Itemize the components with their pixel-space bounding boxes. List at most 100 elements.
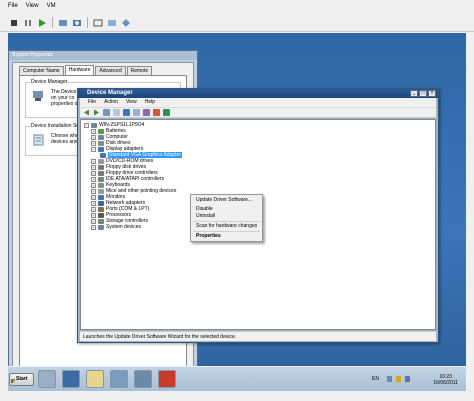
action-center-icon[interactable] bbox=[396, 376, 401, 382]
scan-hardware-icon[interactable] bbox=[163, 109, 170, 116]
play-icon[interactable] bbox=[36, 17, 48, 29]
server-manager-icon[interactable] bbox=[38, 370, 56, 388]
expand-icon[interactable]: + bbox=[91, 200, 96, 206]
host-menu-file[interactable]: File bbox=[8, 3, 18, 14]
collapse-icon[interactable]: − bbox=[84, 122, 89, 128]
device-manager-titlebar: Device Manager _ □ × bbox=[78, 89, 438, 98]
menu-item-uninstall[interactable]: Uninstall bbox=[194, 213, 215, 220]
language-indicator[interactable]: EN bbox=[372, 376, 379, 382]
menu-file[interactable]: File bbox=[88, 98, 96, 107]
menu-item-disable[interactable]: Disable bbox=[194, 206, 213, 213]
host-menu-view[interactable]: View bbox=[26, 3, 39, 14]
expand-icon[interactable]: + bbox=[91, 212, 96, 218]
uninstall-icon[interactable] bbox=[153, 109, 160, 116]
description-line: devices and bbox=[51, 139, 78, 145]
computer-icon bbox=[98, 134, 104, 140]
unity-icon[interactable] bbox=[106, 17, 118, 29]
device-manager-task-icon[interactable] bbox=[158, 370, 176, 388]
forward-icon[interactable] bbox=[93, 109, 100, 116]
minimize-button[interactable]: _ bbox=[410, 90, 418, 97]
context-menu: Update Driver Software... Disable Uninst… bbox=[190, 194, 263, 242]
back-icon[interactable] bbox=[83, 109, 90, 116]
tab-hardware[interactable]: Hardware bbox=[64, 65, 95, 75]
window-controls: _ □ × bbox=[410, 90, 436, 97]
monitor-icon bbox=[98, 194, 104, 200]
menu-item-scan-hardware[interactable]: Scan for hardware changes bbox=[194, 223, 257, 230]
menu-help[interactable]: Help bbox=[145, 98, 155, 107]
menu-item-properties[interactable]: Properties bbox=[194, 233, 221, 240]
expand-icon[interactable]: + bbox=[91, 164, 96, 170]
description-line: properties of bbox=[51, 101, 79, 107]
installation-description: Choose whet devices and bbox=[51, 133, 80, 145]
expand-icon[interactable]: + bbox=[91, 140, 96, 146]
close-button[interactable]: × bbox=[428, 90, 436, 97]
device-manager-menu-bar: File Action View Help bbox=[80, 98, 436, 107]
revert-icon[interactable] bbox=[57, 17, 69, 29]
system-properties-task-icon[interactable] bbox=[110, 370, 128, 388]
snapshot-icon[interactable] bbox=[71, 17, 83, 29]
mouse-icon bbox=[98, 188, 104, 194]
powershell-icon[interactable] bbox=[62, 370, 80, 388]
expand-icon[interactable]: + bbox=[91, 188, 96, 194]
expand-icon[interactable]: + bbox=[91, 128, 96, 134]
expand-icon[interactable]: + bbox=[91, 134, 96, 140]
explorer-icon[interactable] bbox=[86, 370, 104, 388]
pause-icon[interactable] bbox=[22, 17, 34, 29]
expand-icon[interactable]: + bbox=[91, 158, 96, 164]
view-icon[interactable] bbox=[133, 109, 140, 116]
device-manager-title: Device Manager bbox=[87, 90, 133, 96]
expand-icon[interactable]: + bbox=[91, 170, 96, 176]
start-button[interactable]: Start bbox=[9, 373, 34, 386]
clock[interactable]: 16:23 16/06/2011 bbox=[433, 374, 458, 386]
ide-controller-icon bbox=[98, 176, 104, 182]
windows-flag-icon bbox=[11, 377, 15, 383]
computer-icon bbox=[91, 122, 97, 128]
expand-icon[interactable]: + bbox=[91, 194, 96, 200]
collapse-icon[interactable]: − bbox=[91, 146, 96, 152]
system-devices-icon bbox=[98, 224, 104, 230]
display-adapter-icon bbox=[100, 152, 106, 158]
console-icon[interactable] bbox=[120, 17, 132, 29]
start-label: Start bbox=[16, 376, 28, 382]
batteries-icon bbox=[98, 128, 104, 134]
computer-task-icon[interactable] bbox=[134, 370, 152, 388]
network-adapter-icon bbox=[98, 200, 104, 206]
device-manager-group-label: Device Manager bbox=[30, 79, 69, 85]
volume-icon[interactable] bbox=[405, 376, 410, 382]
update-driver-icon[interactable] bbox=[143, 109, 150, 116]
device-manager-window: Device Manager _ □ × File Action View He… bbox=[77, 88, 439, 343]
expand-icon[interactable]: + bbox=[91, 182, 96, 188]
menu-view[interactable]: View bbox=[126, 98, 137, 107]
device-manager-toolbar bbox=[80, 107, 436, 118]
show-hide-tree-icon[interactable] bbox=[103, 109, 110, 116]
display-adapter-icon bbox=[98, 146, 104, 152]
network-icon[interactable] bbox=[387, 376, 392, 382]
tree-item-system-devices[interactable]: + System devices bbox=[91, 224, 141, 230]
stop-icon[interactable] bbox=[8, 17, 20, 29]
port-icon bbox=[98, 206, 104, 212]
maximize-button[interactable]: □ bbox=[419, 90, 427, 97]
toolbar-divider bbox=[52, 17, 53, 28]
status-bar: Launches the Update Driver Software Wiza… bbox=[80, 331, 436, 341]
disk-drive-icon bbox=[98, 140, 104, 146]
keyboard-icon bbox=[98, 182, 104, 188]
menu-separator bbox=[193, 221, 260, 222]
host-menu-vm[interactable]: VM bbox=[47, 3, 56, 14]
floppy-drive-icon bbox=[98, 164, 104, 170]
notification-area: EN 16:23 16/06/2011 bbox=[372, 371, 462, 388]
system-properties-title: System Properties bbox=[9, 51, 197, 60]
expand-icon[interactable]: + bbox=[91, 218, 96, 224]
expand-icon[interactable]: + bbox=[91, 206, 96, 212]
controller-icon bbox=[98, 170, 104, 176]
menu-action[interactable]: Action bbox=[104, 98, 118, 107]
help-icon[interactable] bbox=[123, 109, 130, 116]
fullscreen-icon[interactable] bbox=[92, 17, 104, 29]
expand-icon[interactable]: + bbox=[91, 176, 96, 182]
host-menu-bar: File View VM bbox=[0, 0, 474, 14]
properties-icon[interactable] bbox=[113, 109, 120, 116]
tree-item-label: System devices bbox=[106, 224, 142, 230]
expand-icon[interactable]: + bbox=[91, 224, 96, 230]
taskbar: Start EN 16:23 16/06/2011 bbox=[8, 366, 466, 391]
menu-separator bbox=[193, 231, 260, 232]
menu-item-update-driver[interactable]: Update Driver Software... bbox=[194, 197, 252, 204]
